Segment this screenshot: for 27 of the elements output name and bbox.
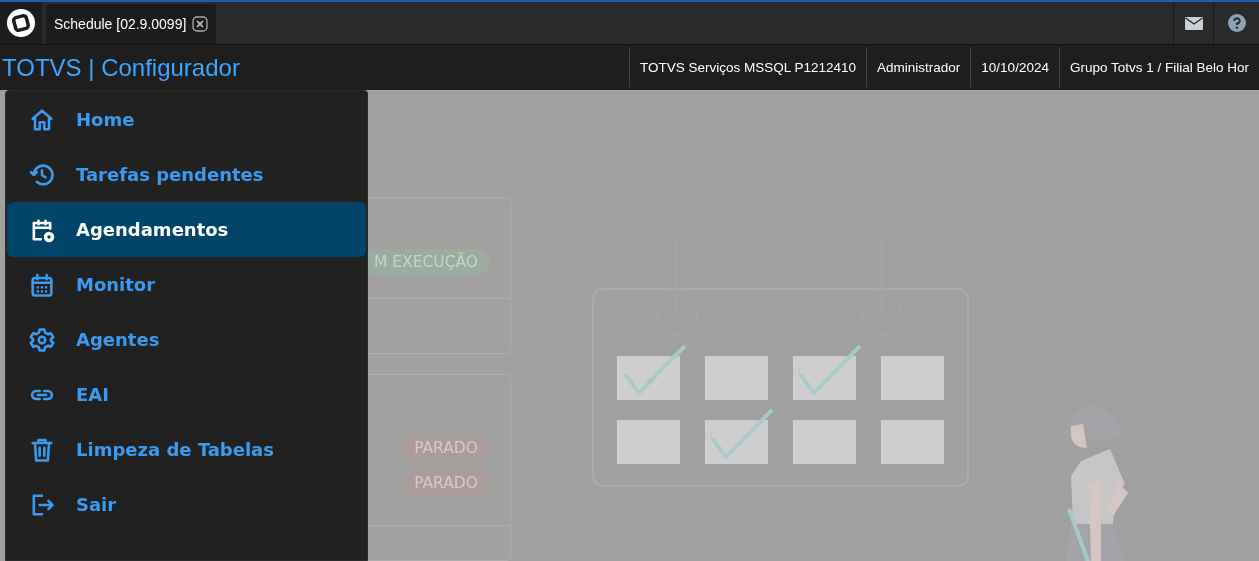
menu-item[interactable]: EAI [7,367,366,422]
menu-item[interactable]: Home [7,92,366,147]
menu-item-label: Agentes [76,329,160,350]
menu-item[interactable]: Agendamentos [7,202,366,257]
status-info: TOTVS Serviços MSSQL P1212410 [628,47,867,88]
help-icon [1227,14,1246,32]
menu-item-label: Agendamentos [76,219,229,240]
menu-item[interactable]: Limpeza de Tabelas [7,422,366,477]
menu-item-label: Tarefas pendentes [76,164,264,185]
menu-item[interactable]: Sair [7,477,366,532]
menu-item-label: Monitor [76,274,156,295]
app-title: TOTVS | Configurador [1,53,240,82]
menu-item-label: Limpeza de Tabelas [76,439,274,460]
settings-icon [28,325,56,354]
mail-icon [1184,16,1203,30]
tab-title: Schedule [02.9.0099] [54,16,187,32]
status-info: Administrador [866,47,971,88]
menu-item-label: Home [76,109,135,130]
menu-item-label: Sair [76,494,117,515]
app-tab[interactable]: Schedule [02.9.0099] [46,4,217,44]
menu-item[interactable]: Agentes [7,312,366,367]
logo-icon [6,8,36,38]
close-icon[interactable] [192,16,209,32]
menu-item[interactable]: Tarefas pendentes [7,147,366,202]
status-info: 10/10/2024 [970,47,1059,88]
menu-item-label: EAI [76,384,109,405]
status-info: Grupo Totvs 1 / Filial Belo Hor [1058,47,1259,88]
